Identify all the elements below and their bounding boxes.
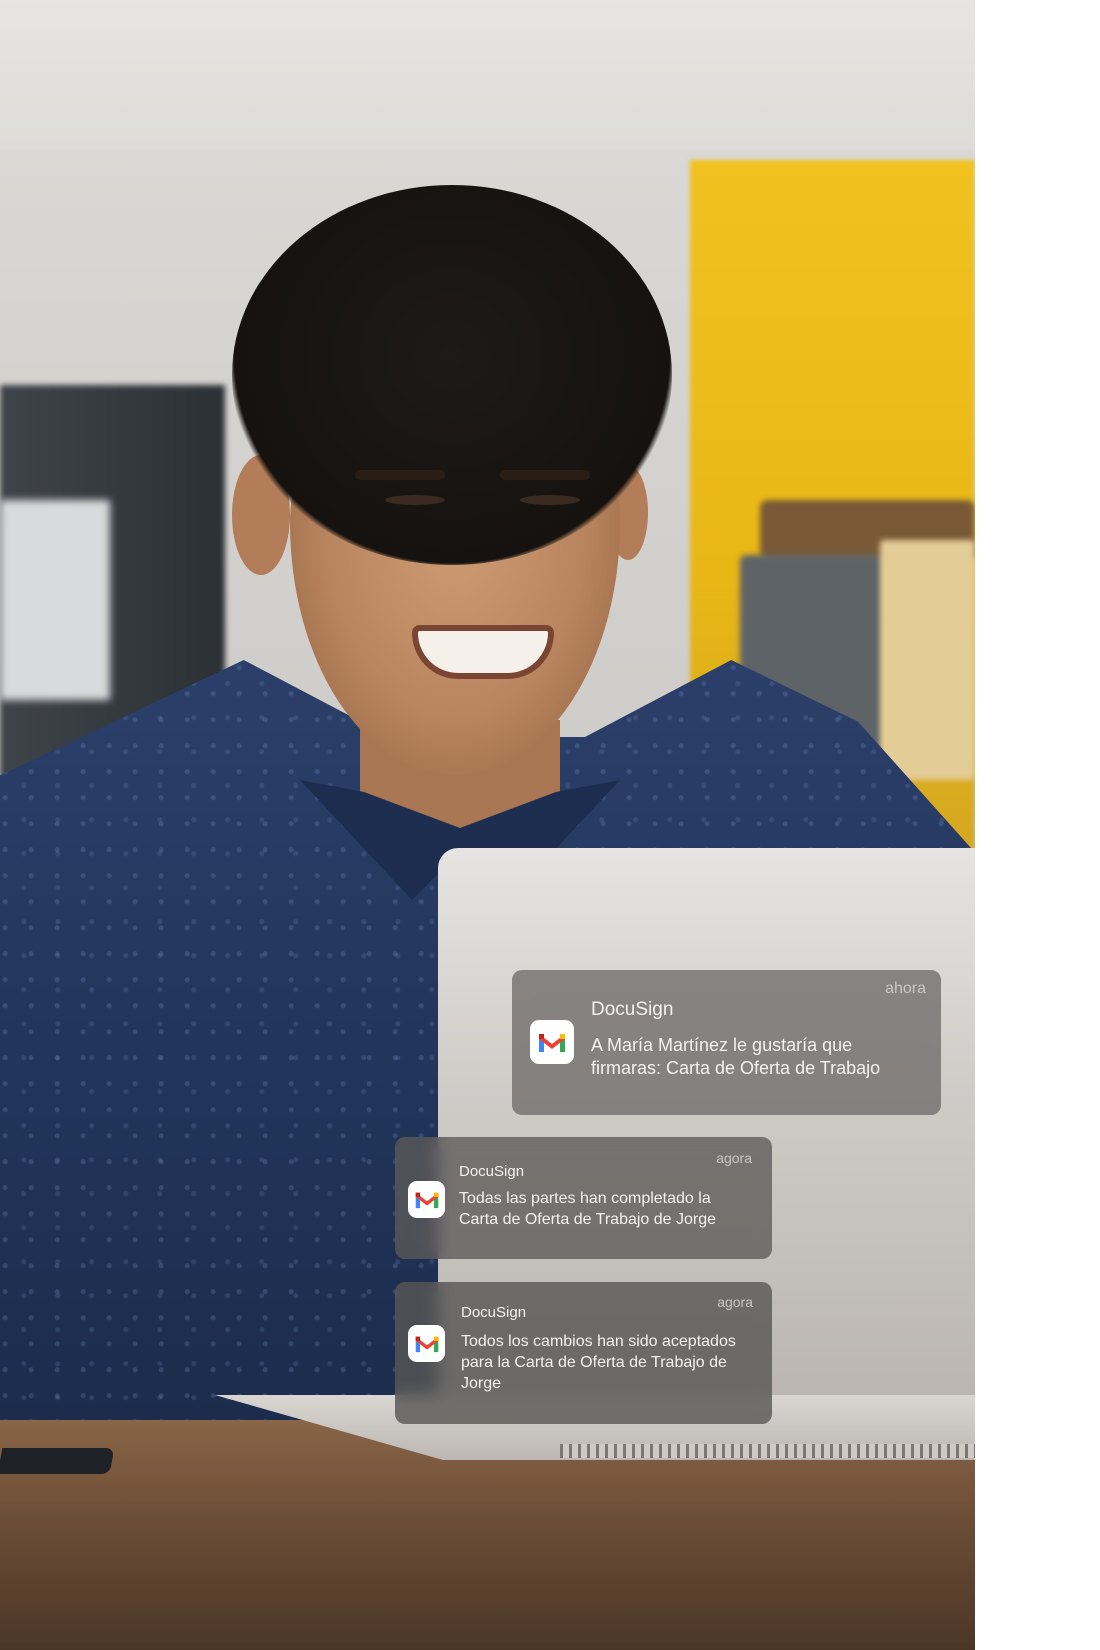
notification-sender: DocuSign <box>459 1163 525 1180</box>
background-box <box>880 540 975 780</box>
notification-sender: DocuSign <box>591 999 674 1020</box>
notification-time: agora <box>716 1150 752 1166</box>
gmail-icon <box>408 1325 445 1362</box>
notification-time: agora <box>717 1294 753 1310</box>
notification-message: Todos los cambios han sido aceptados par… <box>461 1333 736 1392</box>
page-margin <box>975 0 1100 1650</box>
laptop-vents <box>560 1444 975 1458</box>
notification-time: ahora <box>885 980 926 997</box>
notification-card[interactable]: agora DocuSign Todos los cambios han sid… <box>395 1282 772 1424</box>
phone-on-table <box>0 1448 115 1474</box>
notification-card[interactable]: agora DocuSign Todas las partes han comp… <box>395 1137 772 1259</box>
person-smile <box>412 625 554 679</box>
person-brow <box>500 470 590 480</box>
notification-message: A María Martínez le gustaría que firmara… <box>591 1035 881 1079</box>
gmail-icon <box>530 1020 574 1064</box>
person-eye <box>385 495 445 505</box>
gmail-icon <box>408 1181 445 1218</box>
person-eye <box>520 495 580 505</box>
notification-message: Todas las partes han completado la Carta… <box>459 1190 717 1228</box>
person-brow <box>355 470 445 480</box>
notification-sender: DocuSign <box>461 1304 527 1321</box>
notification-card[interactable]: ahora DocuSign A María Martínez le gusta… <box>512 970 941 1115</box>
ceiling <box>0 0 975 150</box>
background-light <box>0 500 110 700</box>
person-hair <box>232 185 672 565</box>
